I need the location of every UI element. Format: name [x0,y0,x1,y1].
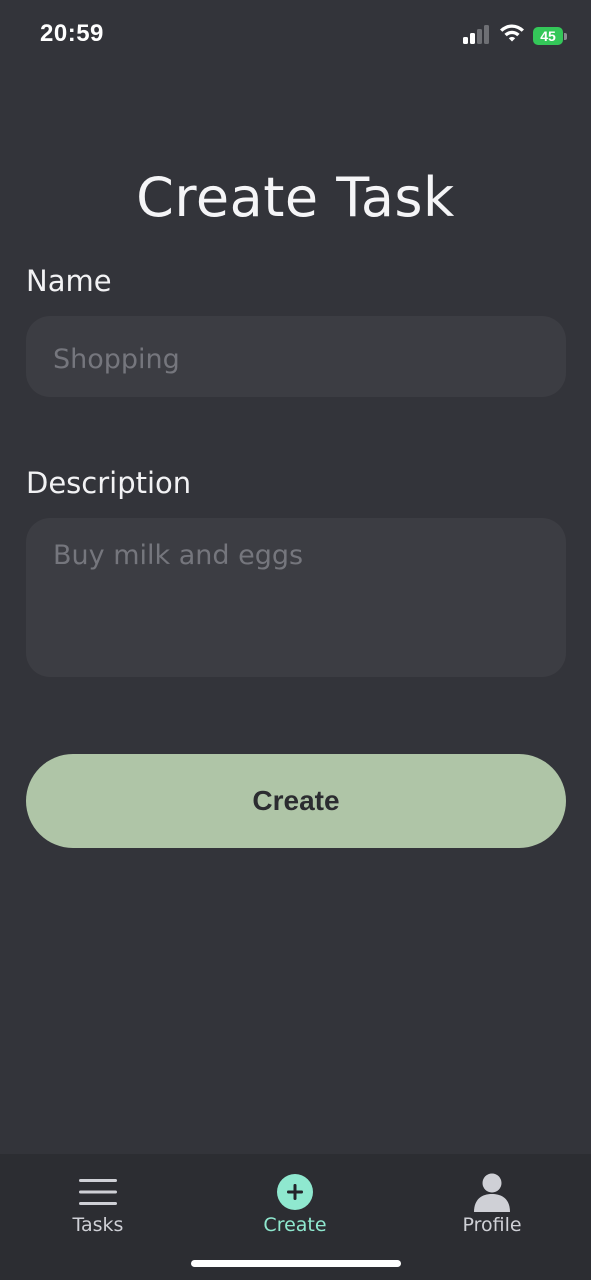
home-indicator [191,1260,401,1267]
nav-item-create[interactable]: Create [225,1172,365,1236]
nav-item-profile[interactable]: Profile [422,1172,562,1236]
name-label: Name [26,264,112,298]
wifi-icon [499,24,525,48]
description-label: Description [26,466,192,500]
name-placeholder: Shopping [53,344,180,375]
nav-label-tasks: Tasks [72,1214,124,1236]
status-icons: 45 [463,24,567,48]
menu-icon [28,1172,168,1212]
create-task-screen: 20:59 45 Create Task Name Shopping Descr… [0,0,591,1280]
nav-label-create: Create [263,1214,327,1236]
battery-level: 45 [533,27,563,45]
bottom-nav: Tasks Create Profile [0,1154,591,1280]
person-icon [422,1172,562,1212]
battery-icon: 45 [533,27,567,45]
create-button[interactable]: Create [26,754,566,848]
nav-label-profile: Profile [462,1214,522,1236]
status-time: 20:59 [40,20,104,47]
page-title: Create Task [136,166,455,229]
nav-item-tasks[interactable]: Tasks [28,1172,168,1236]
name-input[interactable]: Shopping [26,316,566,397]
description-input[interactable]: Buy milk and eggs [26,518,566,677]
cellular-signal-icon [463,24,491,48]
plus-circle-icon [225,1172,365,1212]
description-placeholder: Buy milk and eggs [53,540,304,571]
status-bar: 20:59 45 [0,0,591,72]
